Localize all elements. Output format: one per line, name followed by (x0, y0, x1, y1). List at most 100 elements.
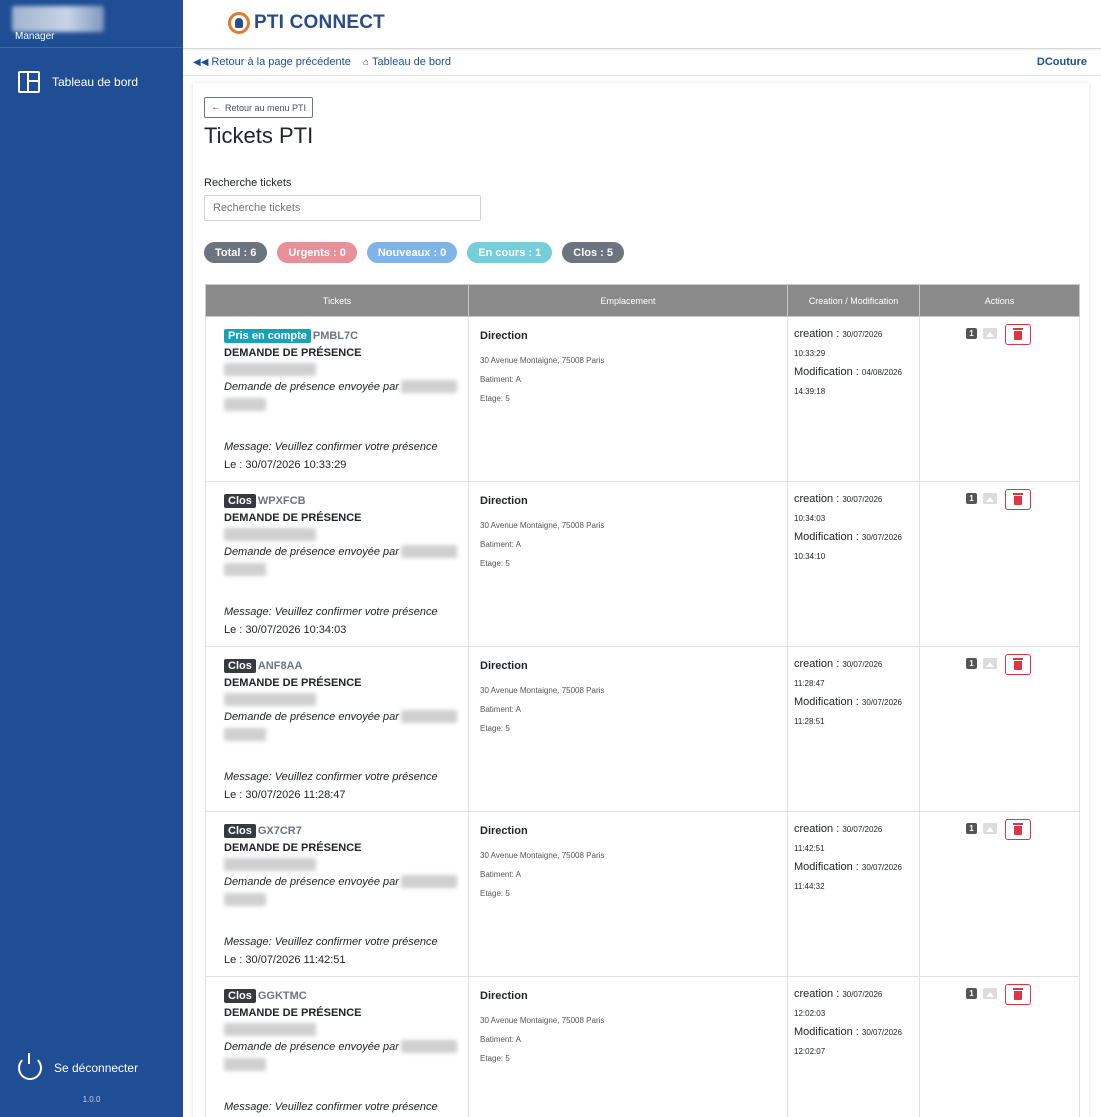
location-cell: Direction 30 Avenue Montaigne, 75008 Par… (468, 646, 788, 812)
delete-button[interactable] (1005, 819, 1031, 840)
filter-pill[interactable]: Nouveaux : 0 (366, 242, 458, 263)
status-badge: Clos (224, 824, 256, 838)
arrow-left-icon: ← (211, 102, 221, 113)
ticket-code[interactable]: GX7CR7 (258, 825, 302, 837)
count-badge[interactable]: 1 (966, 823, 977, 834)
actions-cell: 1 (919, 316, 1080, 482)
ticket-code[interactable]: WPXFCB (258, 495, 306, 507)
creation-label: creation : (794, 658, 840, 670)
status-badge: Clos (224, 494, 256, 508)
location-cell: Direction 30 Avenue Montaigne, 75008 Par… (468, 316, 788, 482)
image-icon[interactable] (983, 823, 997, 834)
table-row[interactable]: Clos GGKTMC DEMANDE DE PRÉSENCE Demande d… (205, 976, 1080, 1117)
dates-cell: creation : 30/07/2026 10:34:03 Modificat… (787, 481, 920, 647)
actions-cell: 1 (919, 811, 1080, 977)
ticket-code[interactable]: ANF8AA (258, 660, 303, 672)
ticket-cell: Clos ANF8AA DEMANDE DE PRÉSENCE Demande d… (205, 646, 469, 812)
filter-pill[interactable]: Total : 6 (204, 242, 268, 263)
location-name: Direction (480, 825, 528, 837)
search-label: Recherche tickets (204, 177, 292, 189)
column-header-tickets[interactable]: Tickets (205, 284, 469, 317)
ticket-sent-by: Demande de présence envoyée par (224, 545, 399, 558)
table-row[interactable]: Pris en compte PMBL7C DEMANDE DE PRÉSENCE… (205, 316, 1080, 482)
logout-label: Se déconnecter (54, 1061, 139, 1075)
redacted-sender (400, 545, 457, 558)
ticket-title: DEMANDE DE PRÉSENCE (224, 347, 362, 359)
table-row[interactable]: Clos GX7CR7 DEMANDE DE PRÉSENCE Demande d… (205, 811, 1080, 977)
status-badge: Clos (224, 659, 256, 673)
creation-time: 11:28:47 (794, 679, 825, 688)
sidebar-item-dashboard[interactable]: Tableau de bord (18, 71, 138, 93)
back-previous-link[interactable]: ◀◀ Retour à la page précédente (193, 56, 351, 68)
dashboard-icon (18, 71, 40, 93)
current-user[interactable]: DCouture (1037, 56, 1087, 68)
image-icon[interactable] (983, 328, 997, 339)
delete-button[interactable] (1005, 654, 1031, 675)
redacted-sender (400, 710, 457, 723)
image-icon[interactable] (983, 988, 997, 999)
filter-pill[interactable]: Urgents : 0 (277, 242, 357, 263)
tickets-table: Tickets Emplacement Creation / Modificat… (205, 284, 1080, 1117)
table-row[interactable]: Clos WPXFCB DEMANDE DE PRÉSENCE Demande d… (205, 481, 1080, 647)
modification-time: 11:44:32 (794, 882, 825, 891)
count-badge[interactable]: 1 (966, 658, 977, 669)
search-input[interactable] (204, 195, 481, 221)
location-floor: Etage: 5 (480, 559, 510, 568)
count-badge[interactable]: 1 (966, 988, 977, 999)
redacted-name (224, 528, 316, 541)
ticket-date: Le : 30/07/2026 10:34:03 (224, 624, 347, 636)
creation-label: creation : (794, 493, 840, 505)
ticket-title: DEMANDE DE PRÉSENCE (224, 677, 362, 689)
back-to-pti-menu-button[interactable]: ← Retour au menu PTI (204, 97, 314, 118)
filter-pills: Total : 6 Urgents : 0 Nouveaux : 0 En cours… (204, 242, 634, 263)
breadcrumb: ◀◀ Retour à la page précédente ⌂ Tableau… (183, 50, 1101, 76)
actions-cell: 1 (919, 646, 1080, 812)
back-previous-label: Retour à la page précédente (211, 56, 351, 68)
redacted-sender-line (224, 728, 266, 741)
ticket-message: Message: Veuillez confirmer votre présen… (224, 771, 438, 783)
count-badge[interactable]: 1 (966, 328, 977, 339)
filter-pill[interactable]: Clos : 5 (562, 242, 624, 263)
ticket-message: Message: Veuillez confirmer votre présen… (224, 606, 438, 618)
location-address: 30 Avenue Montaigne, 75008 Paris (480, 521, 605, 530)
ticket-code[interactable]: GGKTMC (258, 990, 307, 1002)
image-icon[interactable] (983, 493, 997, 504)
ticket-title: DEMANDE DE PRÉSENCE (224, 842, 362, 854)
ticket-code[interactable]: PMBL7C (313, 330, 358, 342)
location-name: Direction (480, 330, 528, 342)
dashboard-link[interactable]: ⌂ Tableau de bord (363, 56, 451, 68)
modification-date: 30/07/2026 (861, 533, 902, 542)
app-logo[interactable]: PTI CONNECT (228, 12, 385, 34)
column-header-location[interactable]: Emplacement (468, 284, 788, 317)
creation-label: creation : (794, 823, 840, 835)
ticket-title: DEMANDE DE PRÉSENCE (224, 1007, 362, 1019)
filter-pill[interactable]: En cours : 1 (467, 242, 553, 263)
logout-button[interactable]: Se déconnecter (18, 1053, 139, 1080)
dates-cell: creation : 30/07/2026 12:02:03 Modificat… (787, 976, 920, 1117)
table-row[interactable]: Clos ANF8AA DEMANDE DE PRÉSENCE Demande d… (205, 646, 1080, 812)
logo-icon (228, 12, 250, 34)
ticket-date: Le : 30/07/2026 11:28:47 (224, 789, 346, 801)
redacted-name (224, 363, 316, 376)
location-name: Direction (480, 990, 528, 1002)
actions-cell: 1 (919, 481, 1080, 647)
modification-label: Modification : (794, 861, 859, 873)
delete-button[interactable] (1005, 324, 1031, 345)
back-to-pti-menu-label: Retour au menu PTI (225, 102, 307, 113)
location-cell: Direction 30 Avenue Montaigne, 75008 Par… (468, 976, 788, 1117)
location-floor: Etage: 5 (480, 889, 510, 898)
creation-label: creation : (794, 328, 840, 340)
redacted-sender-line (224, 563, 266, 576)
count-badge[interactable]: 1 (966, 493, 977, 504)
modification-label: Modification : (794, 1026, 859, 1038)
delete-button[interactable] (1005, 984, 1031, 1005)
image-icon[interactable] (983, 658, 997, 669)
location-name: Direction (480, 660, 528, 672)
redacted-name (224, 693, 316, 706)
main-card: ← Retour au menu PTI Tickets PTI Recherc… (193, 83, 1089, 1117)
ticket-sent-by: Demande de présence envoyée par (224, 710, 399, 723)
column-header-dates[interactable]: Creation / Modification (787, 284, 920, 317)
trash-icon (1013, 988, 1023, 1000)
location-floor: Etage: 5 (480, 1054, 510, 1063)
delete-button[interactable] (1005, 489, 1031, 510)
